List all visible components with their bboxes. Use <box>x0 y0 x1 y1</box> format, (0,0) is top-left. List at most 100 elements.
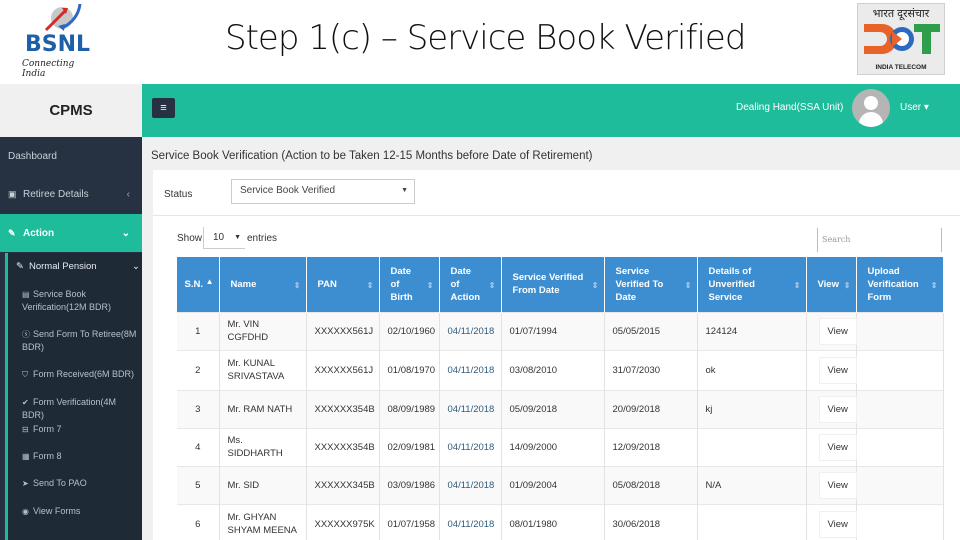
app-brand[interactable]: CPMS <box>0 84 142 137</box>
submenu-item-label: Form Received(6M BDR) <box>33 369 135 379</box>
cell-details <box>697 503 807 540</box>
column-label: Upload Verification Form <box>867 265 919 303</box>
cell-dob: 08/09/1989 <box>379 389 440 428</box>
view-button[interactable]: View <box>818 471 857 499</box>
column-header-name[interactable]: Name ⇕ <box>219 257 307 312</box>
cell-text: Ms. SIDDHARTH <box>227 435 283 459</box>
cell-text: 03/08/2010 <box>509 364 558 376</box>
cell-view: View <box>806 503 857 540</box>
view-button[interactable]: View <box>818 317 857 345</box>
column-header-sn[interactable]: S.N. ▲ <box>177 257 220 312</box>
cell-text: 08/01/1980 <box>509 518 558 530</box>
cell-name: Mr. RAM NATH <box>219 389 307 428</box>
id-card-icon: ▣ <box>8 188 17 199</box>
view-button[interactable]: View <box>818 356 857 384</box>
submenu-item-label: Form 7 <box>33 424 62 434</box>
content-panel: Status Service Book Verified ▼ Show 10 ▼… <box>153 170 960 540</box>
bsnl-tagline: Connecting India <box>22 59 75 79</box>
page-title: Service Book Verification (Action to be … <box>151 150 593 162</box>
submenu-item-form-received[interactable]: ⛉ Form Received(6M BDR) <box>22 368 140 381</box>
avatar-body <box>859 112 883 127</box>
submenu-item-form-7[interactable]: ⊟ Form 7 <box>22 423 140 436</box>
column-header-verified-to[interactable]: Service Verified To Date ⇕ <box>604 257 698 312</box>
cell-details: N/A <box>697 465 807 504</box>
column-label: PAN <box>317 278 337 290</box>
submenu-item-label: Form Verification(4M BDR) <box>22 397 117 420</box>
column-header-upload-form[interactable]: Upload Verification Form ⇕ <box>856 257 944 312</box>
cell-text: 3 <box>195 403 201 415</box>
cell-from: 01/09/2004 <box>501 465 605 504</box>
column-header-unverified-details[interactable]: Details of Unverified Service ⇕ <box>697 257 807 312</box>
cell-doa: 04/11/2018 <box>439 349 502 390</box>
submenu-item-send-form-to-retiree[interactable]: ⓢ Send Form To Retiree(8M BDR) <box>22 328 140 353</box>
cell-upload <box>856 311 944 350</box>
view-button[interactable]: View <box>818 510 857 538</box>
submenu-item-view-forms[interactable]: ◉ View Forms <box>22 505 140 518</box>
sort-icon: ⇕ <box>930 281 938 290</box>
divider <box>153 215 960 216</box>
avatar-head <box>864 96 878 110</box>
main-content: Service Book Verification (Action to be … <box>142 137 960 540</box>
cell-name: Mr. GHYAN SHYAM MEENA <box>219 503 307 540</box>
table-row: 1 Mr. VIN CGFDHD XXXXXX561J 02/10/1960 04/11… <box>177 311 944 350</box>
submenu-item-form-8[interactable]: ▦ Form 8 <box>22 450 140 463</box>
cell-pan: XXXXXX354B <box>306 427 380 466</box>
cell-doa: 04/11/2018 <box>439 503 502 540</box>
cell-from: 03/08/2010 <box>501 349 605 390</box>
sidebar-toggle-button[interactable]: ≡ <box>152 98 175 118</box>
sidebar-item-dashboard[interactable]: Dashboard <box>0 137 142 175</box>
sidebar-item-action[interactable]: ✎ Action ⌄ <box>0 214 142 252</box>
bsnl-wordmark: BSNL <box>25 32 91 57</box>
cell-text: 12/09/2018 <box>612 441 661 453</box>
cell-text: XXXXXX354B <box>314 403 375 415</box>
sort-asc-icon: ▲ <box>205 277 214 286</box>
view-button[interactable]: View <box>818 433 857 461</box>
cell-text: 5 <box>195 479 201 491</box>
cell-view: View <box>806 389 857 428</box>
form-icon: ⊟ <box>22 425 29 434</box>
column-header-dob[interactable]: Date of Birth ⇕ <box>379 257 440 312</box>
submenu-item-service-book-verification[interactable]: ▤ Service Book Verification(12M BDR) <box>22 288 140 313</box>
cell-text: XXXXXX561J <box>314 325 374 337</box>
status-select[interactable]: Service Book Verified ▼ <box>231 179 415 204</box>
column-header-verified-from[interactable]: Service Verified From Date ⇕ <box>501 257 605 312</box>
cell-sn: 5 <box>177 465 220 504</box>
sidebar-item-label: Dashboard <box>8 150 57 162</box>
sort-icon: ⇕ <box>488 281 496 290</box>
cell-details: 124124 <box>697 311 807 350</box>
column-header-view[interactable]: View ⇕ <box>806 257 857 312</box>
cell-text: 04/11/2018 <box>447 364 495 376</box>
show-label: Show <box>177 233 203 244</box>
submenu-item-form-verification[interactable]: ✔ Form Verification(4M BDR) <box>22 396 140 421</box>
cell-upload <box>856 389 944 428</box>
cell-from: 05/09/2018 <box>501 389 605 428</box>
submenu-normal-pension[interactable]: ✎ Normal Pension ⌄ <box>16 261 142 272</box>
cell-sn: 4 <box>177 427 220 466</box>
edit-icon: ✎ <box>16 261 24 272</box>
cell-doa: 04/11/2018 <box>439 311 502 350</box>
cell-dob: 02/09/1981 <box>379 427 440 466</box>
page-length-select[interactable]: 10 ▼ <box>203 227 245 249</box>
cell-text: 02/10/1960 <box>387 325 436 337</box>
sidebar-item-retiree-details[interactable]: ▣ Retiree Details ‹ <box>0 175 142 213</box>
id-card-icon: ▤ <box>22 290 30 299</box>
cell-sn: 2 <box>177 349 220 390</box>
cell-pan: XXXXXX345B <box>306 465 380 504</box>
sort-icon: ⇕ <box>591 281 599 290</box>
normal-pension-submenu: ✎ Normal Pension ⌄ ▤ Service Book Verific… <box>5 253 142 540</box>
submenu-item-send-to-pao[interactable]: ➤ Send To PAO <box>22 477 140 490</box>
column-header-date-of-action[interactable]: Date of Action ⇕ <box>439 257 502 312</box>
column-header-pan[interactable]: PAN ⇕ <box>306 257 380 312</box>
column-label: Service Verified From Date <box>512 272 584 297</box>
caret-down-icon: ▼ <box>234 234 241 241</box>
cell-name: Ms. SIDDHARTH <box>219 427 307 466</box>
cell-to: 12/09/2018 <box>604 427 698 466</box>
cell-text: kj <box>705 403 713 415</box>
view-button[interactable]: View <box>818 395 857 423</box>
user-dropdown[interactable]: User ▾ <box>900 102 929 113</box>
search-input[interactable]: Search <box>817 228 942 252</box>
cell-text: XXXXXX354B <box>314 441 375 453</box>
sidebar-item-label: Action <box>23 227 55 239</box>
avatar[interactable] <box>852 89 890 127</box>
submenu-item-label: View Forms <box>33 506 81 516</box>
